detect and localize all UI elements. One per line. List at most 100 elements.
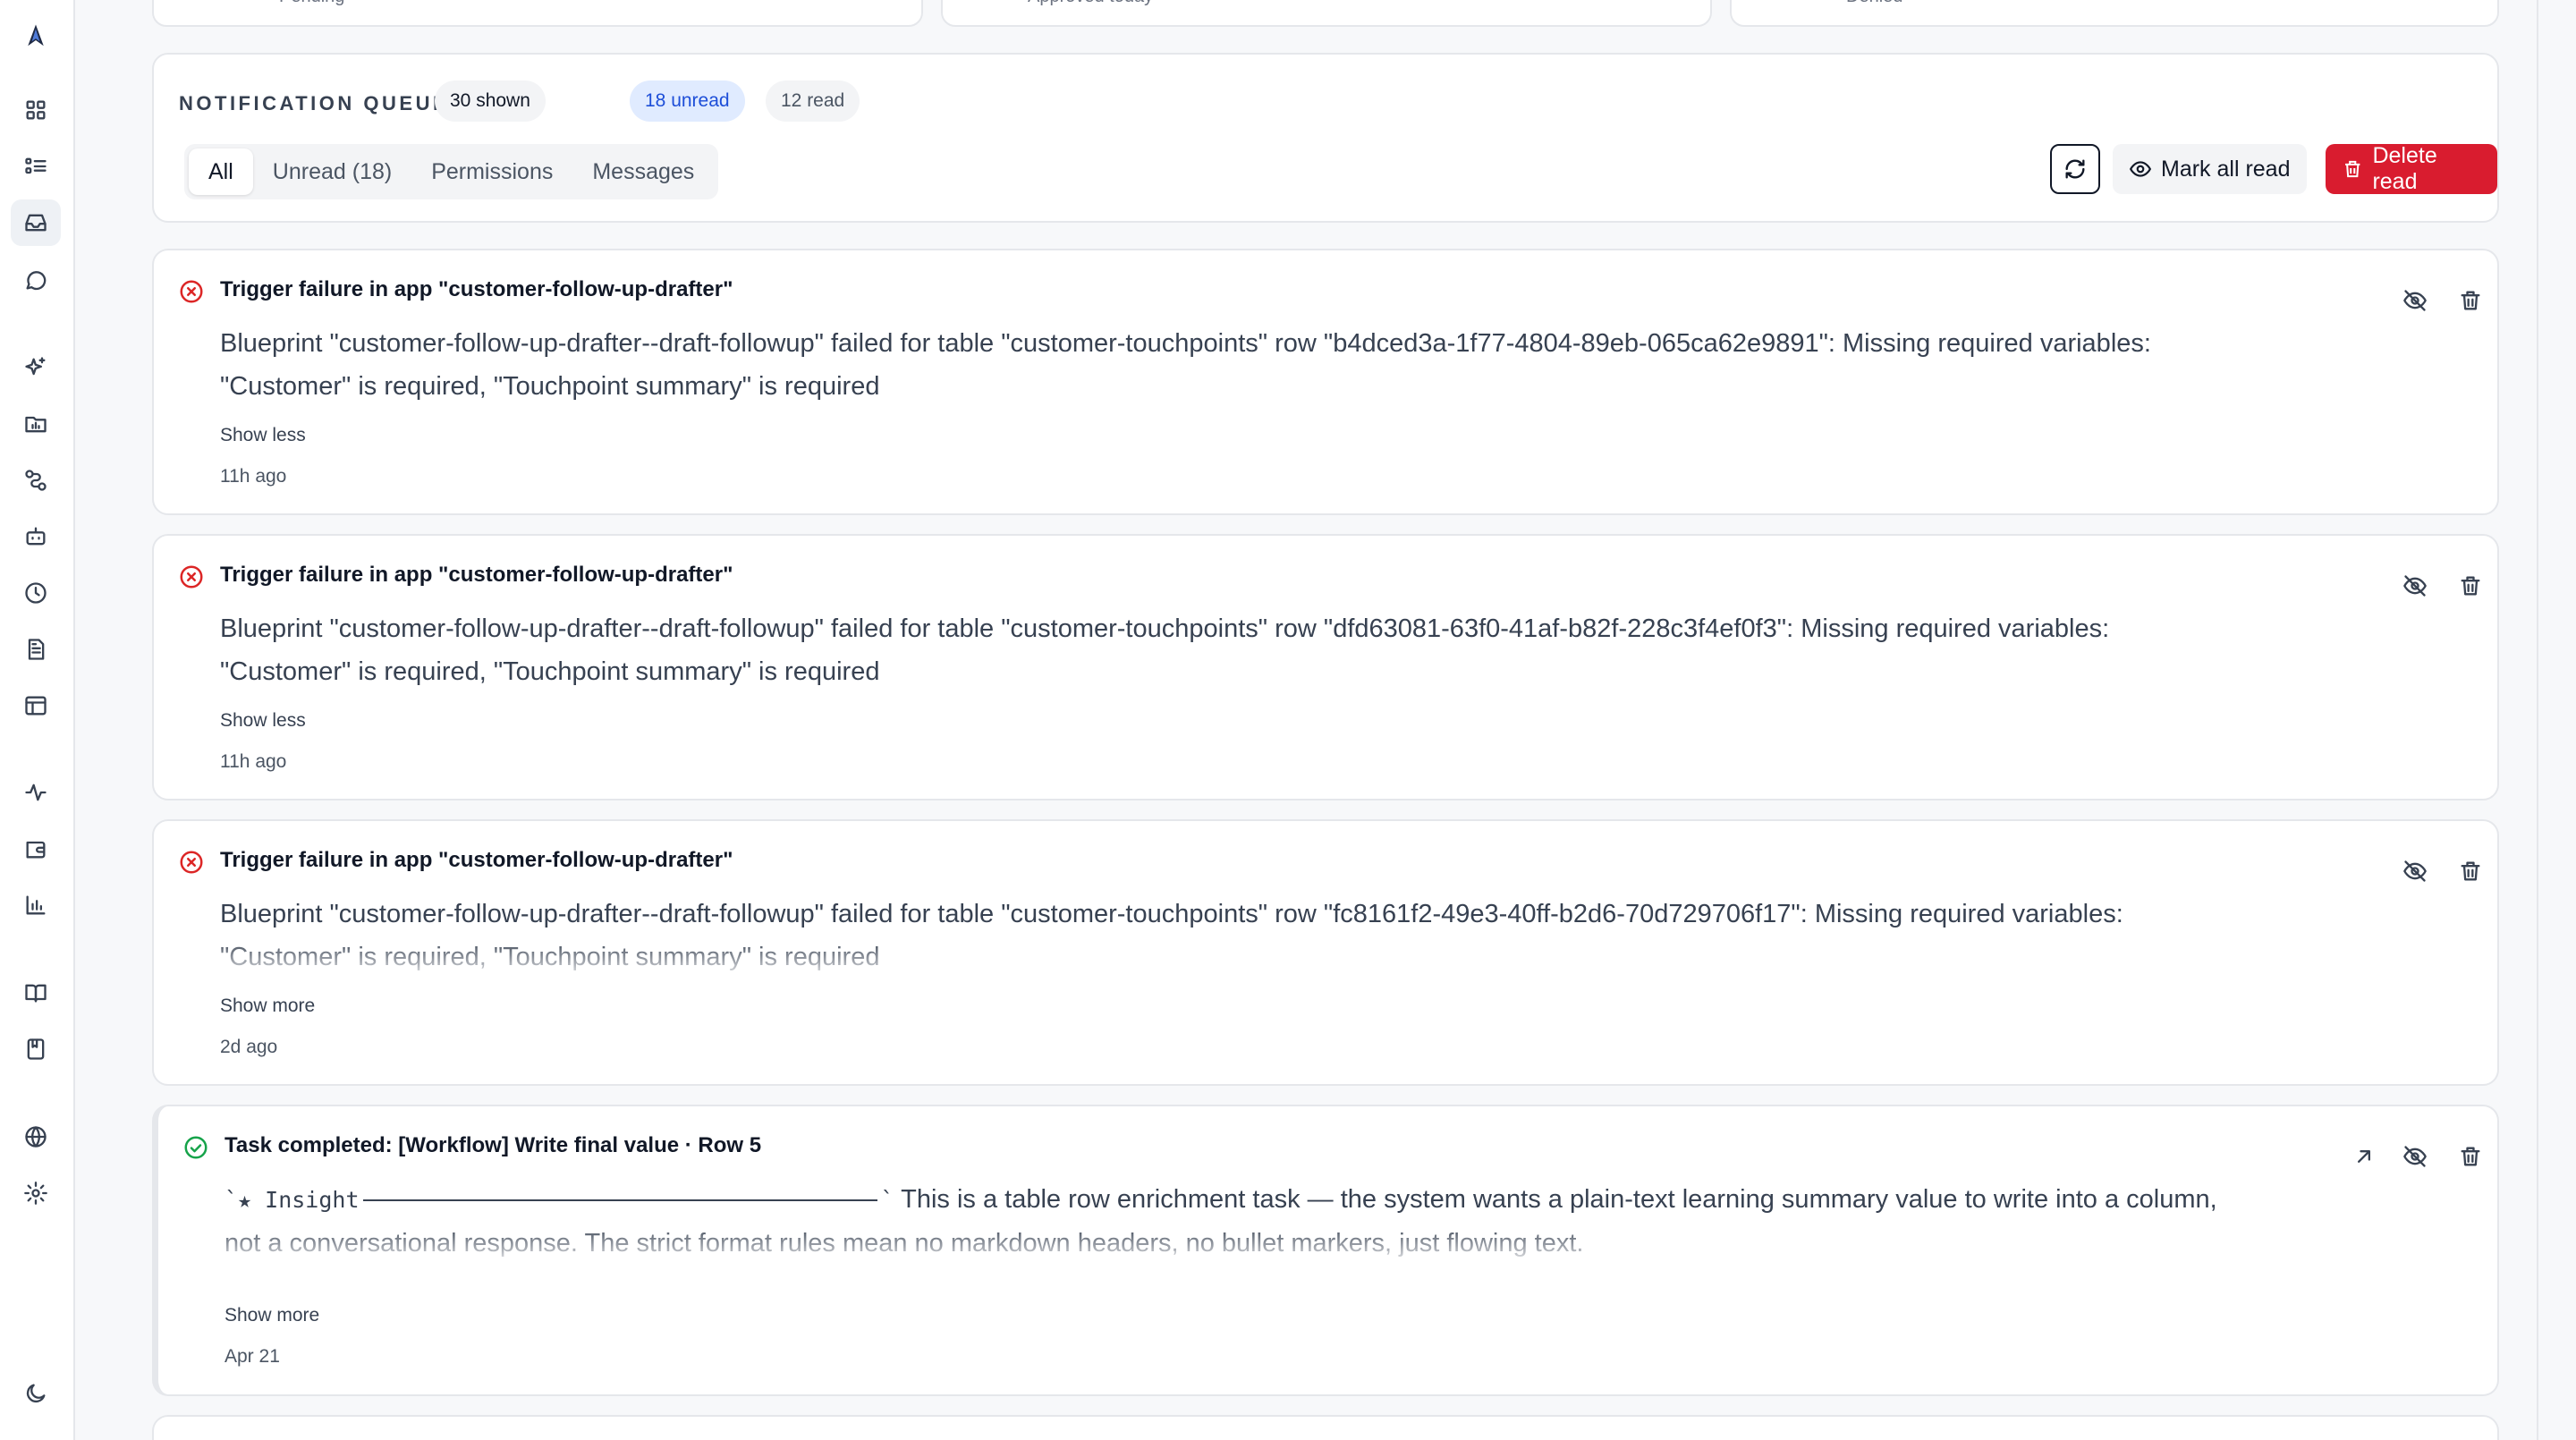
activity-icon[interactable]: [11, 769, 61, 816]
mark-read-button[interactable]: [2397, 283, 2433, 318]
filter-tabs: All Unread (18) Permissions Messages: [184, 144, 719, 199]
mark-all-read-button[interactable]: Mark all read: [2113, 144, 2307, 194]
delete-read-button[interactable]: Delete read: [2326, 143, 2497, 194]
notification-card: Trigger failure in app "customer-follow-…: [152, 534, 2499, 800]
notification-body: `★ Insight ` This is a table row enrichme…: [225, 1178, 2273, 1264]
show-less-toggle[interactable]: Show less: [220, 425, 306, 446]
task-list-icon[interactable]: [11, 143, 61, 190]
error-circle-icon: [180, 280, 203, 303]
notifications-page: Pending Approved today Denied NOTIFICATI…: [113, 0, 2537, 1440]
mark-read-button[interactable]: [2397, 568, 2433, 604]
delete-button[interactable]: [2453, 568, 2488, 604]
notification-body-line: not a conversational response. The stric…: [225, 1229, 1584, 1258]
delete-button[interactable]: [2453, 283, 2488, 318]
error-circle-icon: [180, 851, 203, 874]
show-more-toggle[interactable]: Show more: [225, 1305, 319, 1326]
unread-count-badge: 18 unread: [630, 80, 745, 122]
check-circle-icon: [184, 1136, 208, 1159]
notification-card: [152, 1415, 2499, 1440]
bar-chart-icon[interactable]: [11, 882, 61, 928]
open-button[interactable]: [2346, 1139, 2382, 1174]
stat-card-approved-today: Approved today: [941, 0, 1712, 27]
tab-permissions[interactable]: Permissions: [411, 148, 572, 195]
notification-timestamp: 11h ago: [220, 751, 287, 772]
notification-body: Blueprint "customer-follow-up-drafter--d…: [220, 893, 2268, 978]
notification-body-line: Blueprint "customer-follow-up-drafter--d…: [220, 329, 2151, 358]
queue-title: NOTIFICATION QUEUE: [179, 92, 450, 114]
notification-queue-header: NOTIFICATION QUEUE 30 shown 18 unread 12…: [152, 53, 2499, 223]
table-icon[interactable]: [11, 682, 61, 729]
inbox-icon[interactable]: [11, 199, 61, 246]
logo-icon[interactable]: [11, 13, 61, 59]
stat-card-pending: Pending: [152, 0, 923, 27]
globe-icon[interactable]: [11, 1114, 61, 1160]
notification-body-text: This is a table row enrichment task — th…: [901, 1185, 2217, 1214]
notification-title: Trigger failure in app "customer-follow-…: [220, 563, 733, 587]
trash-icon: [2345, 160, 2360, 178]
notification-body: Blueprint "customer-follow-up-drafter--d…: [220, 322, 2268, 408]
notification-title: Trigger failure in app "customer-follow-…: [220, 848, 733, 872]
tab-all[interactable]: All: [189, 148, 253, 195]
stat-card-label: Denied: [1846, 0, 1902, 7]
notification-body-line: Blueprint "customer-follow-up-drafter--d…: [220, 900, 2123, 928]
divider: [362, 1199, 877, 1202]
stat-card-label: Pending: [279, 0, 344, 7]
notification-body-line: `★ Insight ` This is a table row enrichme…: [225, 1178, 2273, 1222]
stat-card-denied: Denied: [1730, 0, 2499, 27]
sidebar: [0, 0, 75, 1440]
dashboard-icon[interactable]: [11, 87, 61, 133]
theme-toggle-moon-icon[interactable]: [11, 1370, 61, 1417]
refresh-icon: [2065, 159, 2085, 179]
error-circle-icon: [180, 565, 203, 589]
notification-timestamp: 2d ago: [220, 1037, 278, 1057]
read-count-badge: 12 read: [766, 80, 860, 122]
notification-body-line: "Customer" is required, "Touchpoint summ…: [220, 657, 880, 686]
mark-read-button[interactable]: [2397, 853, 2433, 889]
notification-timestamp: Apr 21: [225, 1346, 280, 1367]
settings-icon[interactable]: [11, 1170, 61, 1216]
eye-icon: [2129, 161, 2152, 177]
notification-title: Trigger failure in app "customer-follow-…: [220, 277, 733, 301]
notification-title: Task completed: [Workflow] Write final v…: [225, 1133, 762, 1157]
eye-off-icon: [2403, 1146, 2427, 1167]
wallet-icon[interactable]: [11, 826, 61, 872]
notification-body-line: Blueprint "customer-follow-up-drafter--d…: [220, 614, 2110, 643]
eye-off-icon: [2403, 290, 2427, 311]
arrow-up-right-icon: [2358, 1150, 2370, 1163]
notification-card: Trigger failure in app "customer-follow-…: [152, 819, 2499, 1086]
document-icon[interactable]: [11, 626, 61, 673]
scroll-region-edge: [2537, 0, 2538, 1440]
refresh-button[interactable]: [2050, 144, 2100, 194]
mark-read-button[interactable]: [2397, 1139, 2433, 1174]
tab-unread[interactable]: Unread (18): [253, 148, 411, 195]
delete-read-label: Delete read: [2372, 143, 2437, 194]
tab-messages[interactable]: Messages: [572, 148, 714, 195]
shown-count-badge: 30 shown: [435, 80, 546, 122]
trash-icon: [2461, 861, 2480, 881]
stat-card-label: Approved today: [1028, 0, 1153, 7]
notification-body-line: "Customer" is required, "Touchpoint summ…: [220, 372, 880, 401]
notification-card: Task completed: [Workflow] Write final v…: [152, 1105, 2499, 1396]
eye-off-icon: [2403, 860, 2427, 882]
trash-icon: [2461, 291, 2480, 310]
bot-icon[interactable]: [11, 513, 61, 560]
clock-icon[interactable]: [11, 570, 61, 616]
sparkles-icon[interactable]: [11, 344, 61, 391]
notification-body: Blueprint "customer-follow-up-drafter--d…: [220, 607, 2268, 693]
book-open-icon[interactable]: [11, 970, 61, 1016]
notification-timestamp: 11h ago: [220, 466, 287, 487]
notebook-icon[interactable]: [11, 1026, 61, 1072]
eye-off-icon: [2403, 575, 2427, 597]
delete-button[interactable]: [2453, 1139, 2488, 1174]
show-more-toggle[interactable]: Show more: [220, 995, 315, 1017]
delete-button[interactable]: [2453, 853, 2488, 889]
mark-all-read-label: Mark all read: [2161, 156, 2291, 182]
workflow-icon[interactable]: [11, 457, 61, 504]
insight-code-suffix: `: [880, 1187, 894, 1213]
trash-icon: [2461, 576, 2480, 596]
trash-icon: [2461, 1147, 2480, 1166]
show-less-toggle[interactable]: Show less: [220, 710, 306, 732]
chat-icon[interactable]: [11, 257, 61, 303]
folder-chart-icon[interactable]: [11, 401, 61, 447]
notification-body-line: "Customer" is required, "Touchpoint summ…: [220, 943, 880, 971]
